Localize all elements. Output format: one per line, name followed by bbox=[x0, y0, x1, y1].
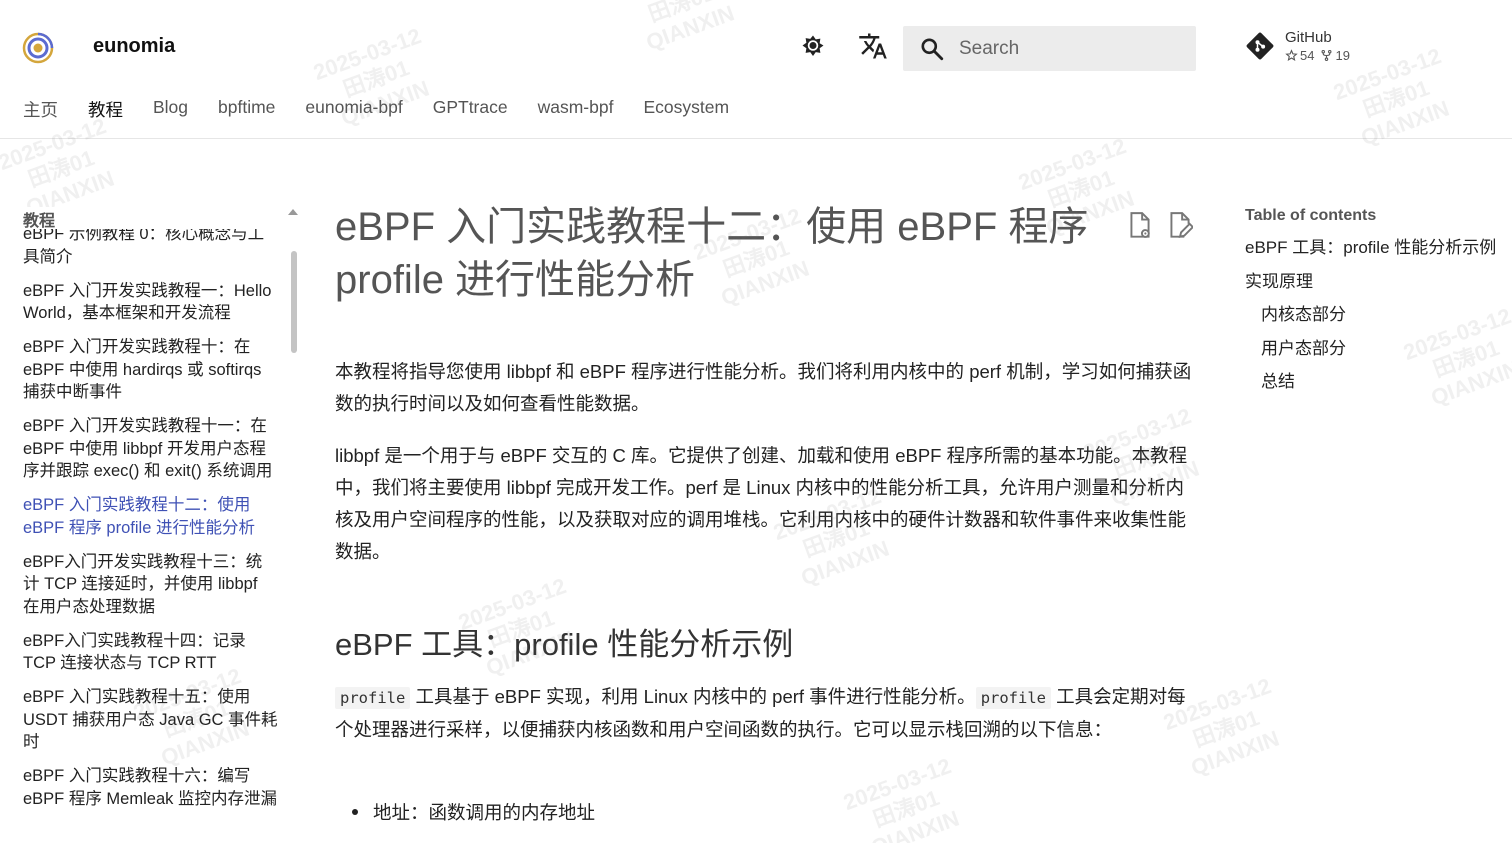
main-content: eBPF 入门实践教程十二：使用 eBPF 程序 profile 进行性能分析 … bbox=[335, 139, 1197, 843]
repo-stars: 54 bbox=[1285, 48, 1314, 63]
sidebar-nav: 教程 eBPF 示例教程 0：核心概念与工具简介 eBPF 入门开发实践教程一：… bbox=[0, 139, 300, 843]
nav-list: eBPF 示例教程 0：核心概念与工具简介 eBPF 入门开发实践教程一：Hel… bbox=[23, 223, 278, 822]
section-heading: eBPF 工具：profile 性能分析示例 bbox=[335, 627, 794, 662]
tab-gpttrace[interactable]: GPTtrace bbox=[433, 97, 508, 122]
inline-code: profile bbox=[975, 687, 1052, 709]
toc-item[interactable]: 实现原理 bbox=[1245, 271, 1512, 293]
nav-item[interactable]: eBPF 示例教程 0：核心概念与工具简介 bbox=[23, 223, 278, 268]
fork-icon bbox=[1321, 49, 1332, 62]
libbpf-paragraph: libbpf 是一个用于与 eBPF 交互的 C 库。它提供了创建、加载和使用 … bbox=[335, 445, 1188, 562]
nav-item[interactable]: eBPF入门开发实践教程十三：统计 TCP 连接延时，并使用 libbpf 在用… bbox=[23, 551, 278, 619]
git-icon bbox=[1246, 32, 1274, 59]
profile-paragraph: profile 工具基于 eBPF 实现，利用 Linux 内核中的 perf … bbox=[335, 681, 1197, 746]
list-item-text: 地址：函数调用的内存地址 bbox=[373, 802, 596, 823]
tab-bpftime[interactable]: bpftime bbox=[218, 97, 275, 122]
toc-item[interactable]: eBPF 工具：profile 性能分析示例 bbox=[1245, 237, 1512, 259]
paragraph-text: 工具基于 eBPF 实现，利用 Linux 内核中的 perf 事件进行性能分析… bbox=[410, 686, 976, 707]
page-title: eBPF 入门实践教程十二：使用 eBPF 程序 profile 进行性能分析 bbox=[335, 205, 1089, 302]
nav-item[interactable]: eBPF 入门实践教程十六：编写 eBPF 程序 Memleak 监控内存泄漏 bbox=[23, 765, 278, 810]
repo-name: GitHub bbox=[1285, 29, 1332, 46]
tab-eunomia-bpf[interactable]: eunomia-bpf bbox=[305, 97, 402, 122]
forks-count: 19 bbox=[1335, 48, 1350, 63]
tab-home[interactable]: 主页 bbox=[23, 97, 58, 122]
search-input[interactable] bbox=[959, 37, 1179, 60]
nav-item[interactable]: eBPF 入门实践教程十五：使用 USDT 捕获用户态 Java GC 事件耗时 bbox=[23, 686, 278, 754]
search-box[interactable] bbox=[903, 26, 1196, 71]
edit-page-icon[interactable] bbox=[1167, 211, 1195, 241]
nav-item[interactable]: eBPF 入门开发实践教程十：在 eBPF 中使用 hardirqs 或 sof… bbox=[23, 336, 278, 404]
intro-paragraph: 本教程将指导您使用 libbpf 和 eBPF 程序进行性能分析。我们将利用内核… bbox=[335, 361, 1192, 414]
list-item: 地址：函数调用的内存地址 bbox=[352, 799, 595, 825]
repo-forks: 19 bbox=[1320, 48, 1350, 63]
eunomia-logo-icon[interactable] bbox=[22, 32, 54, 64]
language-translate-icon[interactable] bbox=[857, 30, 889, 62]
tab-blog[interactable]: Blog bbox=[153, 97, 188, 122]
table-of-contents: Table of contents eBPF 工具：profile 性能分析示例… bbox=[1245, 207, 1512, 405]
nav-item[interactable]: eBPF 入门开发实践教程一：Hello World，基本框架和开发流程 bbox=[23, 280, 278, 325]
tab-ecosystem[interactable]: Ecosystem bbox=[643, 97, 729, 122]
inline-code: profile bbox=[335, 687, 411, 709]
nav-scrollbar[interactable] bbox=[291, 251, 297, 353]
site-header: eunomia GitHub bbox=[0, 0, 1512, 139]
toc-item[interactable]: 内核态部分 bbox=[1245, 304, 1512, 326]
star-icon bbox=[1285, 49, 1298, 61]
brightness-toggle-icon[interactable] bbox=[797, 30, 829, 62]
tab-wasm-bpf[interactable]: wasm-bpf bbox=[538, 97, 614, 122]
toc-item[interactable]: 用户态部分 bbox=[1245, 338, 1512, 360]
scroll-up-arrow-icon[interactable] bbox=[288, 209, 298, 215]
bullet-dot bbox=[352, 809, 358, 815]
stars-count: 54 bbox=[1300, 48, 1315, 63]
nav-item[interactable]: eBPF入门实践教程十四：记录 TCP 连接状态与 TCP RTT bbox=[23, 630, 278, 675]
toc-title: Table of contents bbox=[1245, 207, 1377, 224]
toc-item[interactable]: 总结 bbox=[1245, 371, 1512, 393]
view-source-icon[interactable] bbox=[1127, 211, 1153, 241]
site-name[interactable]: eunomia bbox=[93, 35, 175, 58]
top-tabs: 主页 教程 Blog bpftime eunomia-bpf GPTtrace … bbox=[23, 97, 759, 122]
page-actions bbox=[1127, 211, 1195, 241]
tab-tutorial[interactable]: 教程 bbox=[88, 97, 123, 122]
nav-item[interactable]: eBPF 入门开发实践教程十一：在 eBPF 中使用 libbpf 开发用户态程… bbox=[23, 415, 278, 483]
search-icon bbox=[921, 37, 944, 60]
nav-item-active[interactable]: eBPF 入门实践教程十二：使用 eBPF 程序 profile 进行性能分析 bbox=[23, 494, 278, 539]
github-repo-link[interactable]: GitHub 54 19 bbox=[1245, 28, 1350, 63]
nav-section-title: 教程 bbox=[23, 207, 278, 230]
